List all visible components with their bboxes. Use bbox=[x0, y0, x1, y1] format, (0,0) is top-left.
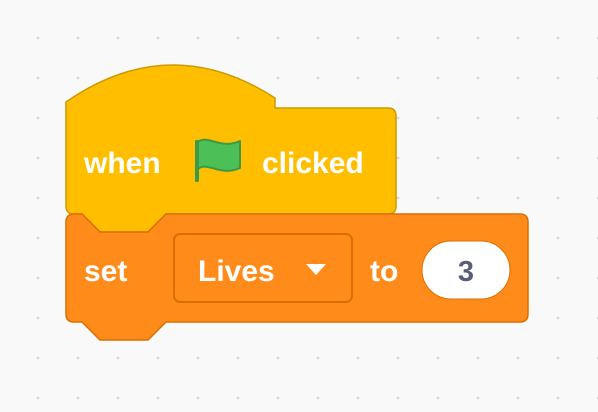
when-label: when bbox=[83, 147, 161, 180]
clicked-label: clicked bbox=[262, 147, 364, 180]
to-label: to bbox=[370, 255, 398, 288]
when-flag-clicked-block[interactable]: when clicked bbox=[65, 64, 397, 233]
variable-dropdown[interactable]: Lives bbox=[173, 233, 353, 303]
value-input[interactable]: 3 bbox=[421, 240, 511, 300]
value-input-text: 3 bbox=[458, 256, 474, 288]
variable-dropdown-value: Lives bbox=[198, 255, 275, 288]
set-variable-block[interactable]: set Lives to 3 bbox=[65, 213, 529, 341]
set-label: set bbox=[84, 255, 127, 288]
code-workspace[interactable]: when clicked set Lives to 3 bbox=[0, 0, 598, 412]
